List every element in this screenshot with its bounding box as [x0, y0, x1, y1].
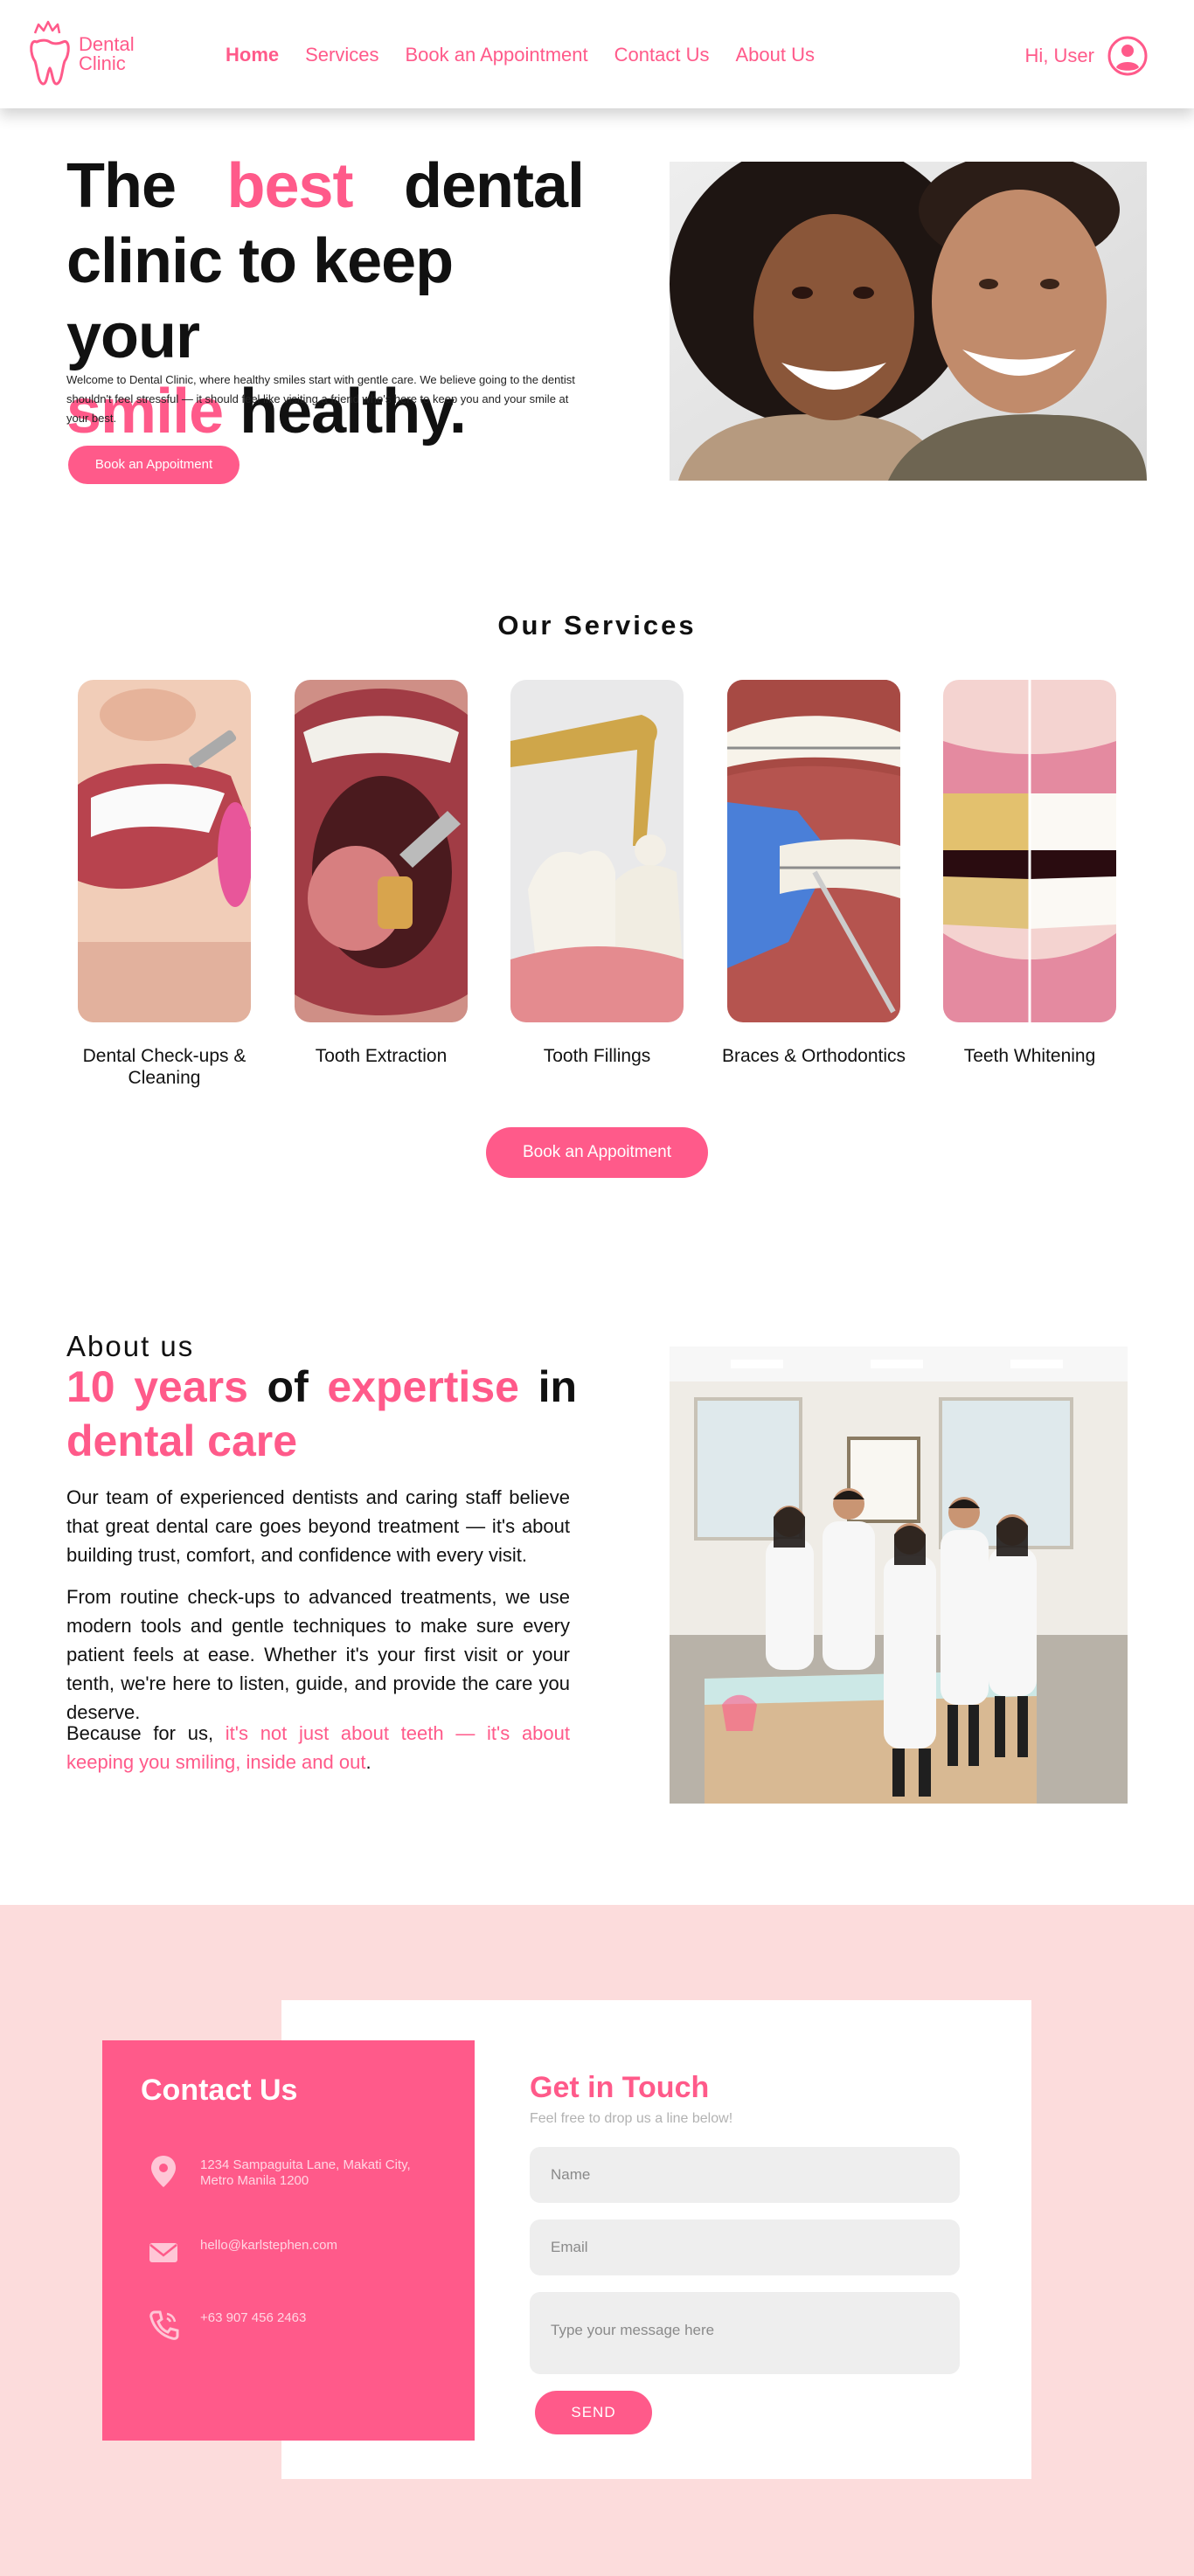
contact-address: 1234 Sampaguita Lane, Makati City, Metro… — [200, 2157, 411, 2188]
envelope-icon — [149, 2243, 177, 2262]
service-label-whitening: Teeth Whitening — [963, 1046, 1096, 1066]
about-word-10: 10 — [66, 1362, 115, 1411]
send-button[interactable]: SEND — [535, 2391, 652, 2434]
about-title-line-2: dental care — [66, 1416, 298, 1465]
get-in-touch-title: Get in Touch — [530, 2071, 710, 2104]
contact-email[interactable]: hello@karlstephen.com — [200, 2238, 445, 2254]
user-menu[interactable]: Hi, User — [1025, 35, 1149, 77]
name-input[interactable] — [530, 2147, 960, 2203]
contact-phone[interactable]: +63 907 456 2463 — [200, 2310, 445, 2326]
service-label-fillings: Tooth Fillings — [543, 1046, 651, 1066]
services-title: Our Services — [497, 610, 697, 641]
service-card-fillings[interactable]: Tooth Fillings — [510, 680, 684, 1066]
service-card-whitening[interactable]: Teeth Whitening — [943, 680, 1116, 1066]
top-navbar: Dental Clinic Home Services Book an Appo… — [0, 0, 1194, 108]
hero-word-dental: dental — [403, 151, 585, 221]
hero-word-best: best — [226, 151, 353, 221]
service-image-fillings — [510, 680, 684, 1022]
service-image-checkups — [78, 680, 251, 1022]
hero-book-appointment-button[interactable]: Book an Appoitment — [68, 446, 239, 484]
phone-icon — [149, 2310, 179, 2340]
user-greeting: Hi, User — [1024, 45, 1094, 66]
logo-wordmark: Dental Clinic — [79, 35, 135, 73]
about-paragraph-2: From routine check-ups to advanced treat… — [66, 1586, 570, 1723]
hero-word-the: The — [66, 151, 177, 221]
service-image-whitening — [943, 680, 1116, 1022]
contact-panel-title: Contact Us — [141, 2074, 298, 2107]
nav-services[interactable]: Services — [305, 44, 378, 66]
main-nav: Home Services Book an Appointment Contac… — [226, 44, 841, 66]
nav-about-us[interactable]: About Us — [735, 44, 815, 66]
hero-title-line-1: The best dental — [66, 149, 585, 224]
about-p3-end: . — [365, 1751, 371, 1773]
hero-description: Welcome to Dental Clinic, where healthy … — [66, 373, 575, 425]
service-card-extraction[interactable]: Tooth Extraction — [295, 680, 468, 1066]
get-in-touch-subtitle: Feel free to drop us a line below! — [530, 2111, 733, 2126]
contact-email-row: hello@karlstephen.com — [148, 2234, 445, 2269]
logo-line-2: Clinic — [79, 52, 126, 74]
hero-couple-photo — [670, 162, 1147, 481]
about-word-of: of — [267, 1362, 309, 1411]
user-circle-icon[interactable] — [1107, 35, 1149, 77]
service-card-checkups[interactable]: Dental Check-ups & Cleaning — [78, 680, 251, 1088]
about-word-expertise: expertise — [327, 1362, 519, 1411]
about-word-in: in — [538, 1362, 577, 1411]
logo-line-1: Dental — [79, 33, 135, 55]
service-label-checkups: Dental Check-ups & Cleaning — [82, 1046, 246, 1088]
nav-home[interactable]: Home — [226, 44, 279, 66]
clinic-logo[interactable]: Dental Clinic — [26, 19, 149, 89]
contact-info-panel: Contact Us 1234 Sampaguita Lane, Makati … — [102, 2040, 475, 2441]
about-paragraph-1: Our team of experienced dentists and car… — [66, 1486, 570, 1566]
hero-title-line-2: clinic to keep your — [66, 226, 454, 371]
about-title-line-1: 10 years of expertise in — [66, 1360, 577, 1414]
message-textarea[interactable] — [530, 2292, 960, 2374]
email-input[interactable] — [530, 2219, 960, 2275]
about-p3-lead: Because for us, — [66, 1722, 214, 1744]
service-image-braces — [727, 680, 900, 1022]
service-label-braces: Braces & Orthodontics — [721, 1046, 906, 1066]
nav-book-appointment[interactable]: Book an Appointment — [405, 44, 587, 66]
service-card-braces[interactable]: Braces & Orthodontics — [722, 680, 906, 1066]
about-word-years: years — [134, 1362, 248, 1411]
about-small-title: About us — [66, 1330, 195, 1362]
tooth-crown-logo-icon — [30, 20, 70, 86]
service-label-extraction: Tooth Extraction — [315, 1046, 448, 1066]
about-title: 10 years of expertise in dental care — [66, 1360, 577, 1468]
about-paragraph-3: Because for us, it's not just about teet… — [66, 1719, 570, 1776]
contact-address-row: 1234 Sampaguita Lane, Makati City, Metro… — [148, 2154, 445, 2189]
service-image-extraction — [295, 680, 468, 1022]
nav-contact-us[interactable]: Contact Us — [614, 44, 710, 66]
about-team-photo — [670, 1347, 1128, 1804]
services-book-appointment-button[interactable]: Book an Appoitment — [486, 1127, 708, 1178]
contact-phone-row: +63 907 456 2463 — [148, 2307, 445, 2342]
location-pin-icon — [151, 2156, 176, 2187]
